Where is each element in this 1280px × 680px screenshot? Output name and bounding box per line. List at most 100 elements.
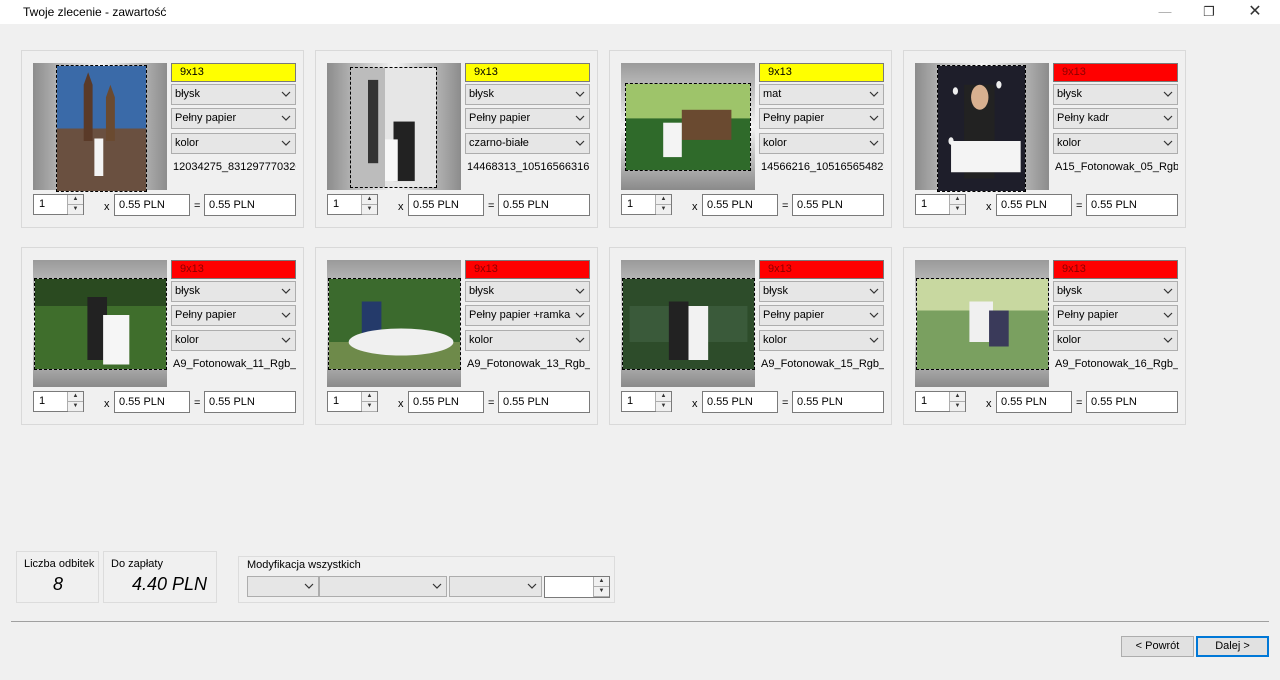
finish-dropdown[interactable]: błysk	[1053, 281, 1178, 302]
finish-dropdown[interactable]: błysk	[465, 281, 590, 302]
spin-down-icon[interactable]: ▼	[362, 205, 377, 215]
title-bar: Twoje zlecenie - zawartość — ❐ ✕	[0, 0, 1280, 24]
paper-value: Pełny papier	[175, 309, 237, 321]
spin-up-icon[interactable]: ▲	[68, 392, 83, 402]
pay-label: Do zapłaty	[111, 558, 163, 570]
color-dropdown[interactable]: kolor	[1053, 330, 1178, 351]
quantity-stepper[interactable]: 1 ▲ ▼	[621, 391, 672, 412]
equals-sign: =	[782, 200, 789, 212]
chevron-down-icon	[281, 140, 291, 146]
filename-label: 14468313_105165663161	[467, 161, 590, 173]
spin-down-icon[interactable]: ▼	[656, 402, 671, 412]
chevron-down-icon	[281, 115, 291, 121]
spin-up-icon[interactable]: ▲	[656, 392, 671, 402]
spin-up-icon[interactable]: ▲	[68, 195, 83, 205]
photo-thumbnail[interactable]	[622, 278, 755, 370]
color-dropdown[interactable]: kolor	[171, 133, 296, 154]
photo-thumbnail[interactable]	[56, 65, 147, 192]
photo-item-card: 9x13 błysk Pełny papier kolor 12034275_8…	[21, 50, 304, 228]
photo-thumbnail[interactable]	[625, 83, 751, 171]
finish-value: błysk	[763, 285, 789, 297]
paper-dropdown[interactable]: Pełny papier	[465, 108, 590, 129]
format-badge[interactable]: 9x13	[1053, 260, 1178, 279]
format-badge[interactable]: 9x13	[171, 260, 296, 279]
spin-up-icon[interactable]: ▲	[950, 195, 965, 205]
finish-dropdown[interactable]: błysk	[171, 281, 296, 302]
format-badge[interactable]: 9x13	[759, 63, 884, 82]
photo-thumbnail[interactable]	[916, 278, 1049, 370]
paper-dropdown[interactable]: Pełny papier +ramka	[465, 305, 590, 326]
paper-dropdown[interactable]: Pełny papier	[171, 108, 296, 129]
modify-qty-spinner[interactable]: ▲ ▼	[544, 576, 610, 598]
photo-preview-frame	[33, 63, 167, 192]
spin-down-icon[interactable]: ▼	[68, 402, 83, 412]
modify-color-dropdown[interactable]	[449, 576, 542, 597]
spin-up-icon[interactable]: ▲	[362, 392, 377, 402]
photo-thumbnail[interactable]	[34, 278, 167, 370]
photo-thumbnail[interactable]	[328, 278, 461, 370]
finish-dropdown[interactable]: błysk	[171, 84, 296, 105]
window-title: Twoje zlecenie - zawartość	[23, 5, 167, 19]
quantity-stepper[interactable]: 1 ▲ ▼	[915, 391, 966, 412]
spin-down-icon[interactable]: ▼	[362, 402, 377, 412]
multiply-sign: x	[692, 201, 698, 213]
quantity-stepper[interactable]: 1 ▲ ▼	[621, 194, 672, 215]
spin-down-icon[interactable]: ▼	[594, 587, 609, 597]
unit-price-field: 0.55 PLN	[408, 194, 484, 216]
photo-item-card: 9x13 błysk Pełny papier czarno-białe 144…	[315, 50, 598, 228]
back-button[interactable]: < Powrót	[1121, 636, 1194, 657]
paper-value: Pełny papier	[763, 112, 825, 124]
spin-up-icon[interactable]: ▲	[362, 195, 377, 205]
quantity-stepper[interactable]: 1 ▲ ▼	[33, 194, 84, 215]
paper-value: Pełny papier +ramka	[469, 309, 571, 321]
format-badge[interactable]: 9x13	[759, 260, 884, 279]
quantity-value: 1	[333, 198, 340, 210]
line-total-field: 0.55 PLN	[498, 391, 590, 413]
chevron-down-icon	[1163, 312, 1173, 318]
spin-up-icon[interactable]: ▲	[950, 392, 965, 402]
format-badge[interactable]: 9x13	[1053, 63, 1178, 82]
finish-dropdown[interactable]: mat	[759, 84, 884, 105]
color-dropdown[interactable]: czarno-białe	[465, 133, 590, 154]
quantity-stepper[interactable]: 1 ▲ ▼	[915, 194, 966, 215]
spin-up-icon[interactable]: ▲	[656, 195, 671, 205]
format-badge[interactable]: 9x13	[465, 260, 590, 279]
finish-dropdown[interactable]: błysk	[465, 84, 590, 105]
paper-dropdown[interactable]: Pełny papier	[759, 108, 884, 129]
quantity-value: 1	[333, 395, 340, 407]
spin-down-icon[interactable]: ▼	[656, 205, 671, 215]
format-badge[interactable]: 9x13	[465, 63, 590, 82]
color-dropdown[interactable]: kolor	[1053, 133, 1178, 154]
paper-dropdown[interactable]: Pełny papier	[1053, 305, 1178, 326]
next-button[interactable]: Dalej >	[1196, 636, 1269, 657]
quantity-stepper[interactable]: 1 ▲ ▼	[327, 194, 378, 215]
photo-thumbnail[interactable]	[937, 65, 1026, 192]
restore-icon[interactable]: ❐	[1186, 0, 1232, 24]
multiply-sign: x	[692, 398, 698, 410]
color-dropdown[interactable]: kolor	[759, 330, 884, 351]
spin-down-icon[interactable]: ▼	[950, 205, 965, 215]
spin-down-icon[interactable]: ▼	[68, 205, 83, 215]
quantity-stepper[interactable]: 1 ▲ ▼	[327, 391, 378, 412]
close-icon[interactable]: ✕	[1232, 0, 1278, 24]
finish-dropdown[interactable]: błysk	[759, 281, 884, 302]
color-dropdown[interactable]: kolor	[171, 330, 296, 351]
filename-label: 14566216_105165654828	[761, 161, 884, 173]
color-value: kolor	[763, 334, 787, 346]
minimize-icon[interactable]: —	[1142, 0, 1188, 24]
finish-dropdown[interactable]: błysk	[1053, 84, 1178, 105]
modify-finish-dropdown[interactable]	[247, 576, 319, 597]
color-dropdown[interactable]: kolor	[759, 133, 884, 154]
format-badge[interactable]: 9x13	[171, 63, 296, 82]
spin-up-icon[interactable]: ▲	[594, 577, 609, 587]
photo-thumbnail[interactable]	[350, 67, 437, 188]
color-dropdown[interactable]: kolor	[465, 330, 590, 351]
color-value: kolor	[763, 137, 787, 149]
paper-dropdown[interactable]: Pełny papier	[759, 305, 884, 326]
pay-box: Do zapłaty 4.40 PLN	[103, 551, 217, 603]
modify-paper-dropdown[interactable]	[319, 576, 447, 597]
paper-dropdown[interactable]: Pełny papier	[171, 305, 296, 326]
spin-down-icon[interactable]: ▼	[950, 402, 965, 412]
quantity-stepper[interactable]: 1 ▲ ▼	[33, 391, 84, 412]
paper-dropdown[interactable]: Pełny kadr	[1053, 108, 1178, 129]
